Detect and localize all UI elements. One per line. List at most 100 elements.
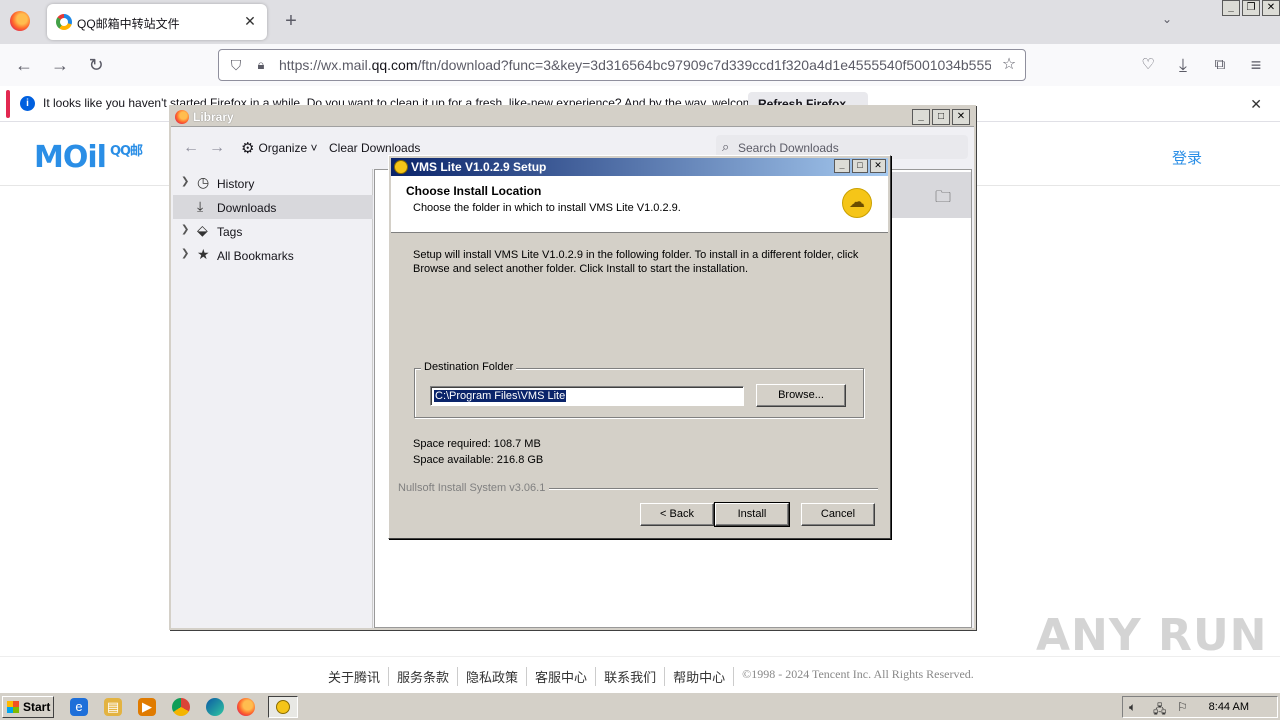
volume-icon[interactable]: 🔈︎ (1129, 700, 1136, 715)
footer-link-support[interactable]: 客服中心 (527, 667, 597, 686)
url-bar[interactable]: ⛉ 🔒︎ https://wx.mail.qq.com/ftn/download… (218, 49, 1026, 81)
ie-icon[interactable]: e (70, 698, 88, 716)
gear-icon: ⚙ (241, 140, 255, 157)
network-icon[interactable]: 🖧 (1153, 700, 1166, 720)
star-icon: ★ (197, 246, 210, 262)
close-window-button[interactable]: ✕ (1262, 0, 1280, 16)
url-text[interactable]: https://wx.mail.qq.com/ftn/download?func… (279, 57, 991, 73)
new-tab-button[interactable]: + (280, 10, 302, 32)
anyrun-watermark: ANY RUN (1036, 610, 1268, 661)
login-link[interactable]: 登录 (1172, 147, 1202, 168)
library-window-controls: _ □ ✕ (912, 109, 970, 125)
firefox-logo-icon (175, 110, 189, 124)
explorer-folder-icon[interactable]: ▤ (104, 698, 122, 716)
setup-titlebar[interactable]: VMS Lite V1.0.2.9 Setup _ □ ✕ (391, 158, 888, 176)
nsis-branding: Nullsoft Install System v3.06.1 (398, 482, 878, 494)
page-footer: 关于腾讯 服务条款 隐私政策 客服中心 联系我们 帮助中心 ©1998 - 20… (0, 656, 1280, 692)
sidebar-item-all-bookmarks[interactable]: ❯ ★ All Bookmarks (173, 243, 373, 267)
footer-link-contact[interactable]: 联系我们 (596, 667, 666, 686)
sidebar-item-tags[interactable]: ❯ ⬙ Tags (173, 219, 373, 243)
vms-app-icon (394, 160, 408, 174)
edge-icon[interactable] (206, 698, 224, 716)
chrome-icon[interactable] (172, 698, 190, 716)
folder-icon[interactable]: 🗀 (935, 186, 951, 213)
footer-link-terms[interactable]: 服务条款 (389, 667, 459, 686)
download-icon: ⤓ (197, 198, 204, 214)
organize-menu-button[interactable]: ⚙ Organize ˅ (241, 139, 318, 157)
search-icon: ⌕ (722, 139, 730, 154)
library-close-button[interactable]: ✕ (952, 109, 970, 125)
library-minimize-button[interactable]: _ (912, 109, 930, 125)
browser-navbar: ← → ↻ ⛉ 🔒︎ https://wx.mail.qq.com/ftn/do… (0, 44, 1280, 86)
space-available: Space available: 216.8 GB (413, 454, 544, 466)
firefox-taskbar-icon[interactable] (237, 698, 255, 716)
lock-icon[interactable]: 🔒︎ (253, 56, 269, 74)
footer-link-help[interactable]: 帮助中心 (665, 667, 735, 686)
setup-header: Choose Install Location Choose the folde… (391, 176, 888, 233)
pocket-icon[interactable]: ♡ (1136, 53, 1160, 77)
back-arrow-icon[interactable]: ← (12, 53, 36, 77)
restore-button[interactable]: ❐ (1242, 0, 1260, 16)
minimize-button[interactable]: _ (1222, 0, 1240, 16)
forward-arrow-icon[interactable]: → (48, 53, 72, 77)
cancel-button[interactable]: Cancel (801, 503, 875, 526)
tracking-shield-icon[interactable]: ⛉ (227, 56, 245, 74)
clear-downloads-button[interactable]: Clear Downloads (329, 141, 420, 155)
firefox-logo-icon[interactable] (10, 11, 30, 31)
nsis-branding-text: Nullsoft Install System v3.06.1 (398, 482, 550, 494)
tab-close-icon[interactable]: ✕ (241, 12, 259, 30)
menu-hamburger-icon[interactable]: ≡ (1244, 53, 1268, 77)
reload-icon[interactable]: ↻ (84, 53, 108, 77)
destination-folder-value: C:\Program Files\VMS Lite (434, 390, 567, 402)
browser-window-controls: _ ❐ ✕ (1222, 0, 1280, 16)
vms-app-icon (276, 700, 290, 714)
bookmark-star-icon[interactable]: ☆ (999, 55, 1019, 75)
browse-button[interactable]: Browse... (756, 384, 846, 407)
list-tabs-chevron-icon[interactable]: ⌄ (1158, 12, 1176, 30)
setup-subheading: Choose the folder in which to install VM… (413, 202, 681, 214)
setup-heading: Choose Install Location (406, 184, 542, 198)
library-maximize-button[interactable]: □ (932, 109, 950, 125)
setup-dialog: VMS Lite V1.0.2.9 Setup _ □ ✕ Choose Ins… (388, 155, 891, 539)
flag-icon[interactable]: ⚐ (1177, 700, 1188, 714)
qq-mail-favicon-icon (56, 14, 72, 30)
extensions-icon[interactable]: ⧉ (1208, 53, 1232, 77)
back-button[interactable]: < Back (640, 503, 714, 526)
expand-chevron-icon[interactable]: ❯ (181, 176, 189, 187)
install-button[interactable]: Install (714, 502, 790, 527)
setup-title: VMS Lite V1.0.2.9 Setup (411, 160, 547, 174)
destination-folder-input[interactable]: C:\Program Files\VMS Lite (430, 386, 744, 406)
library-titlebar[interactable]: Library _ □ ✕ (171, 107, 974, 127)
clock-icon: ◷ (197, 174, 210, 190)
qq-mail-logo[interactable]: MOil QQ邮 (34, 140, 143, 175)
sidebar-item-downloads[interactable]: ⤓ Downloads (173, 195, 373, 219)
copyright-text: ©1998 - 2024 Tencent Inc. All Rights Res… (742, 667, 974, 681)
downloads-icon[interactable]: ⤓ (1171, 53, 1195, 77)
browser-tab[interactable]: QQ邮箱中转站文件 ✕ (47, 4, 267, 40)
library-back-icon[interactable]: ← (183, 139, 199, 157)
browser-titlebar: QQ邮箱中转站文件 ✕ + ⌄ _ ❐ ✕ (0, 0, 1280, 44)
start-button[interactable]: Start (2, 696, 54, 718)
info-icon: i (20, 96, 35, 111)
space-required: Space required: 108.7 MB (413, 438, 541, 450)
space-info: Space required: 108.7 MB Space available… (413, 436, 543, 468)
sidebar-item-label: Tags (217, 225, 243, 239)
expand-chevron-icon[interactable]: ❯ (181, 248, 189, 259)
sidebar-item-label: Downloads (217, 201, 277, 215)
library-forward-icon[interactable]: → (209, 139, 225, 157)
notification-accent (6, 90, 10, 118)
sidebar-item-history[interactable]: ❯ ◷ History (173, 171, 373, 195)
footer-link-about[interactable]: 关于腾讯 (328, 667, 390, 686)
tag-icon: ⬙ (197, 222, 208, 238)
expand-chevron-icon[interactable]: ❯ (181, 224, 189, 235)
footer-link-privacy[interactable]: 隐私政策 (458, 667, 528, 686)
setup-window-controls: _ □ ✕ (834, 159, 886, 175)
setup-maximize-button[interactable]: □ (852, 159, 868, 173)
media-player-icon[interactable]: ▶ (138, 698, 156, 716)
setup-minimize-button[interactable]: _ (834, 159, 850, 173)
notification-close-icon[interactable]: ✕ (1250, 96, 1262, 113)
tab-title: QQ邮箱中转站文件 (77, 17, 180, 31)
setup-close-button[interactable]: ✕ (870, 159, 886, 173)
setup-instructions: Setup will install VMS Lite V1.0.2.9 in … (413, 249, 859, 275)
taskbar-setup-app[interactable] (268, 696, 298, 718)
